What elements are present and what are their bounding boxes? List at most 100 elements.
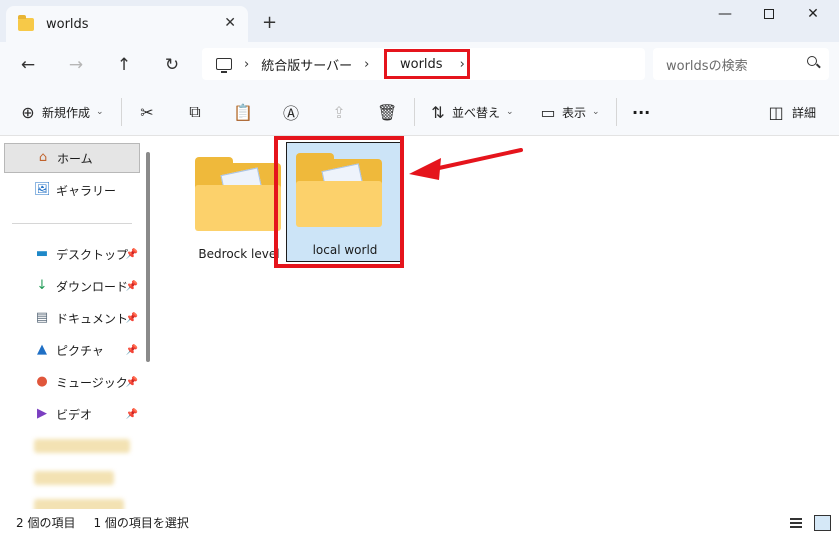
sort-button[interactable]: ⇅ 並べ替え ⌄ (428, 100, 514, 124)
selected-count: 1 個の項目を選択 (93, 516, 189, 530)
view-label: 表示 (562, 105, 587, 120)
home-icon: ⌂ (38, 150, 48, 165)
pin-icon[interactable]: 📌 (126, 249, 138, 260)
folder-icon (18, 14, 34, 31)
gallery-icon: 🖼 (34, 182, 51, 197)
sidebar-item-label: ホーム (57, 151, 93, 166)
sidebar-item-gallery[interactable]: 🖼 ギャラリー (4, 175, 140, 205)
chevron-down-icon: ⌄ (96, 107, 104, 117)
up-button[interactable]: ↑ (112, 53, 136, 77)
breadcrumb-item-worlds[interactable]: worlds (400, 57, 443, 72)
tab-title: worlds (46, 16, 89, 32)
sidebar-item-label: ミュージック (56, 375, 128, 390)
chevron-right-icon[interactable]: › (364, 57, 369, 72)
pictures-icon: ▲ (37, 342, 47, 357)
view-button[interactable]: ▭ 表示 ⌄ (538, 100, 600, 124)
share-icon: ⇪ (332, 102, 346, 122)
divider (121, 98, 122, 126)
breadcrumb-item-server[interactable]: 統合版サーバー (261, 55, 352, 74)
rename-icon: Ⓐ (282, 104, 299, 123)
sidebar-item-downloads[interactable]: ↓ ダウンロード 📌 (4, 271, 140, 301)
search-icon (807, 56, 817, 66)
sidebar-divider (12, 223, 132, 224)
scissors-icon: ✂ (140, 102, 154, 122)
desktop-icon: ▬ (35, 246, 49, 261)
music-icon: ● (36, 374, 48, 389)
sidebar-item-label: デスクトップ (56, 247, 129, 262)
tab-worlds[interactable]: worlds ✕ (6, 6, 248, 42)
command-bar: ⊕ 新規作成 ⌄ ✂ ⧉ 📋 Ⓐ ⇪ 🗑 ⇅ 並べ替え ⌄ ▭ 表示 ⌄ ···… (0, 88, 839, 136)
item-count: 2 個の項目 (16, 516, 76, 530)
view-icon: ▭ (540, 102, 556, 122)
sidebar-item-label: ピクチャ (56, 343, 104, 358)
sidebar-item-documents[interactable]: ▤ ドキュメント 📌 (4, 303, 140, 333)
share-button[interactable]: ⇪ (329, 100, 349, 124)
this-pc-icon[interactable] (216, 58, 232, 73)
sidebar-item-label: ドキュメント (56, 311, 129, 326)
pin-icon[interactable]: 📌 (126, 409, 138, 420)
large-icons-view-button[interactable] (814, 515, 831, 531)
chevron-right-icon[interactable]: › (460, 57, 465, 72)
trash-icon: 🗑 (377, 102, 398, 122)
sidebar-item-pictures[interactable]: ▲ ピクチャ 📌 (4, 335, 140, 365)
refresh-button[interactable]: ↻ (160, 53, 184, 77)
download-icon: ↓ (36, 278, 48, 293)
sidebar-item-label: ビデオ (56, 407, 93, 422)
sidebar-item-label: ギャラリー (56, 183, 117, 198)
blurred-item (34, 439, 130, 453)
maximize-button[interactable] (749, 6, 789, 28)
details-view-button[interactable] (790, 516, 806, 530)
cut-button[interactable]: ✂ (137, 100, 157, 124)
sidebar-item-desktop[interactable]: ▬ デスクトップ 📌 (4, 239, 140, 269)
pin-icon[interactable]: 📌 (126, 377, 138, 388)
divider (616, 98, 617, 126)
blurred-item (34, 471, 114, 485)
sort-label: 並べ替え (452, 105, 501, 120)
file-list: Bedrock level local world (158, 137, 839, 509)
more-button[interactable]: ··· (632, 100, 650, 124)
pin-icon[interactable]: 📌 (126, 345, 138, 356)
maximize-icon (764, 9, 774, 19)
breadcrumb-highlight-box: worlds › (384, 49, 470, 79)
title-bar: worlds ✕ + — ✕ (0, 0, 839, 42)
chevron-down-icon: ⌄ (592, 107, 600, 117)
paste-button[interactable]: 📋 (233, 100, 253, 124)
copy-button[interactable]: ⧉ (185, 100, 205, 124)
delete-button[interactable]: 🗑 (377, 100, 397, 124)
new-tab-button[interactable]: + (262, 12, 277, 33)
sidebar-scrollbar[interactable] (146, 152, 150, 362)
sidebar-item-music[interactable]: ● ミュージック 📌 (4, 367, 140, 397)
search-placeholder: worldsの検索 (666, 58, 748, 74)
close-button[interactable]: ✕ (793, 6, 833, 28)
search-input[interactable]: worldsの検索 (653, 48, 829, 80)
new-button[interactable]: ⊕ 新規作成 ⌄ (18, 100, 104, 124)
navigation-pane: ⌂ ホーム 🖼 ギャラリー ▬ デスクトップ 📌 ↓ ダウンロード 📌 ▤ ドキ… (0, 137, 158, 513)
divider (414, 98, 415, 126)
sidebar-item-videos[interactable]: ▶ ビデオ 📌 (4, 399, 140, 429)
rename-button[interactable]: Ⓐ (281, 100, 301, 124)
annotation-arrow (409, 148, 523, 180)
chevron-right-icon[interactable]: › (244, 57, 249, 72)
folder-icon (195, 157, 281, 231)
pin-icon[interactable]: 📌 (126, 281, 138, 292)
sidebar-item-home[interactable]: ⌂ ホーム (4, 143, 140, 173)
minimize-button[interactable]: — (705, 6, 745, 28)
status-bar: 2 個の項目 1 個の項目を選択 (0, 509, 839, 536)
chevron-down-icon: ⌄ (506, 107, 514, 117)
folder-highlight-box (274, 136, 404, 268)
tab-close-icon[interactable]: ✕ (224, 15, 236, 31)
forward-button[interactable]: → (64, 53, 88, 77)
sidebar-item-label: ダウンロード (56, 279, 129, 294)
details-button[interactable]: ◫ 詳細 (766, 100, 816, 124)
details-label: 詳細 (792, 105, 817, 120)
sort-icon: ⇅ (431, 102, 445, 122)
details-pane-icon: ◫ (768, 102, 784, 122)
copy-icon: ⧉ (189, 102, 201, 121)
plus-circle-icon: ⊕ (21, 102, 35, 122)
videos-icon: ▶ (37, 406, 47, 421)
back-button[interactable]: ← (16, 53, 40, 77)
clipboard-icon: 📋 (233, 102, 253, 122)
documents-icon: ▤ (35, 310, 49, 325)
pin-icon[interactable]: 📌 (126, 313, 138, 324)
new-label: 新規作成 (42, 105, 91, 120)
